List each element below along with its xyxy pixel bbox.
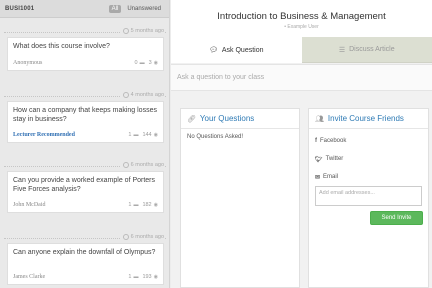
comment-icon: ▬	[133, 274, 139, 280]
eye-icon: ◉	[153, 132, 158, 138]
question-time: 5 months ago	[130, 28, 164, 34]
share-email: ✉ Email	[309, 168, 428, 186]
question-card[interactable]: What does this course involve? Anonymous…	[7, 37, 164, 71]
send-invite-button[interactable]: Send Invite	[370, 211, 423, 225]
envelope-icon: ✉	[315, 174, 321, 181]
question-author: Lecturer Recommended	[13, 132, 75, 138]
time-separator: 4 months ago	[0, 91, 169, 101]
question-sidebar: BUSI1001 All Unanswered 5 months ago Wha…	[0, 0, 170, 288]
your-questions-title: Your Questions	[199, 114, 255, 123]
tab-label: Discuss Article	[349, 46, 395, 53]
question-author: John McDaid	[13, 202, 46, 208]
filter-unanswered-tab[interactable]: Unanswered	[124, 5, 164, 13]
clock-icon	[122, 162, 129, 168]
time-separator: 5 months ago	[0, 27, 169, 37]
question-text: What does this course involve?	[13, 43, 110, 50]
view-count: 3	[148, 60, 152, 66]
filter-all-tab[interactable]: All	[108, 4, 122, 13]
view-count: 182	[142, 202, 152, 208]
question-author: Anonymous	[13, 60, 43, 66]
question-time: 6 months ago	[130, 234, 164, 240]
invite-title: Invite Course Friends	[327, 114, 404, 123]
your-questions-panel: 🔗︎ Your Questions No Questions Asked!	[180, 108, 300, 288]
empty-state-text: No Questions Asked!	[187, 134, 244, 140]
answer-count: 1	[128, 274, 132, 280]
twitter-label: Twitter	[325, 156, 344, 162]
question-text: Can you provide a worked example of Port…	[13, 177, 156, 193]
share-facebook[interactable]: f Facebook	[309, 132, 428, 150]
article-icon: ☰	[338, 46, 346, 54]
course-user: • Example User	[284, 24, 319, 30]
sidebar-header: BUSI1001 All Unanswered	[0, 0, 169, 18]
question-card[interactable]: Can you provide a worked example of Port…	[7, 171, 164, 213]
answer-count: 1	[128, 132, 132, 138]
question-text: How can a company that keeps making loss…	[13, 107, 157, 123]
tab-bar: 💬︎ Ask Question ☰ Discuss Article	[171, 37, 432, 63]
ask-question-input[interactable]: Ask a question to your class	[171, 64, 432, 91]
question-time: 4 months ago	[130, 92, 164, 98]
time-separator: 6 months ago	[0, 161, 169, 171]
eye-icon: ◉	[153, 274, 158, 280]
answer-count: 1	[128, 202, 132, 208]
comment-icon: ▬	[133, 202, 139, 208]
course-code: BUSI1001	[5, 5, 35, 12]
view-count: 193	[142, 274, 152, 280]
answer-count: 0	[134, 60, 138, 66]
eye-icon: ◉	[153, 202, 158, 208]
question-card[interactable]: Can anyone explain the downfall of Olymp…	[7, 243, 164, 285]
clock-icon	[122, 92, 129, 98]
course-title: Introduction to Business & Management	[217, 11, 386, 22]
course-header: Introduction to Business & Management • …	[171, 0, 432, 37]
share-twitter[interactable]: 🐦︎ Twitter	[309, 150, 428, 168]
link-icon: 🔗︎	[187, 115, 196, 123]
speech-bubble-icon: 💬︎	[208, 47, 218, 54]
people-icon: 👥︎	[315, 115, 324, 123]
eye-icon: ◉	[153, 60, 158, 66]
email-label: Email	[323, 174, 339, 180]
facebook-icon: f	[315, 138, 317, 144]
email-addresses-input[interactable]: Add email addresses...	[315, 186, 422, 206]
clock-icon	[122, 28, 129, 34]
tab-discuss-article[interactable]: ☰ Discuss Article	[301, 37, 432, 63]
invite-friends-panel: 👥︎ Invite Course Friends f Facebook 🐦︎ T…	[308, 108, 429, 288]
twitter-icon: 🐦︎	[315, 156, 323, 163]
question-text: Can anyone explain the downfall of Olymp…	[13, 249, 156, 256]
main-content: Introduction to Business & Management • …	[171, 0, 432, 288]
view-count: 144	[142, 132, 152, 138]
panel-heading: 🔗︎ Your Questions	[181, 109, 299, 129]
comment-icon: ▬	[139, 60, 145, 66]
panel-heading: 👥︎ Invite Course Friends	[309, 109, 428, 129]
time-separator: 6 months ago	[0, 233, 169, 243]
question-card[interactable]: How can a company that keeps making loss…	[7, 101, 164, 143]
facebook-label: Facebook	[320, 138, 347, 144]
clock-icon	[122, 234, 129, 240]
question-time: 6 months ago	[130, 162, 164, 168]
tab-label: Ask Question	[221, 46, 264, 54]
comment-icon: ▬	[133, 132, 139, 138]
tab-ask-question[interactable]: 💬︎ Ask Question	[171, 37, 302, 63]
question-author: James Clarke	[13, 274, 46, 280]
